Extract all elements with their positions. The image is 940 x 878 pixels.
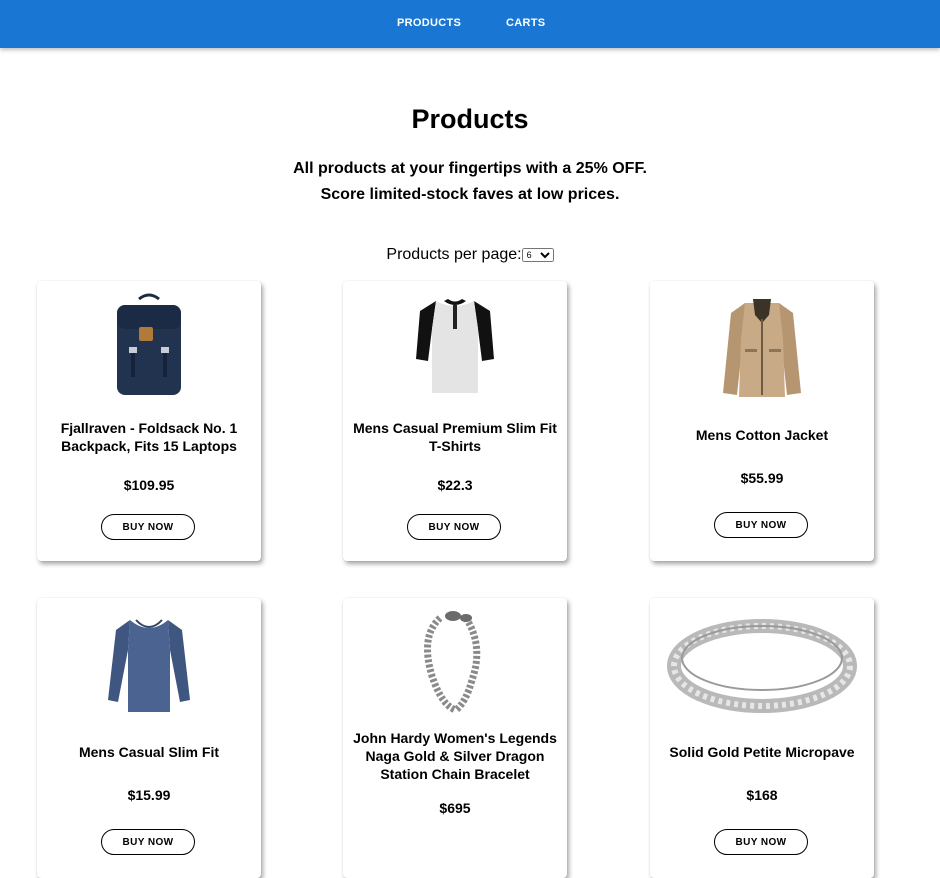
product-image-jacket: [650, 289, 874, 399]
product-price: $15.99: [127, 787, 171, 803]
product-price: $55.99: [740, 470, 784, 486]
longsleeve-shirt-icon: [108, 619, 190, 712]
ring-icon: [667, 619, 857, 713]
page-title: Products: [411, 104, 529, 134]
product-price: $109.95: [123, 477, 175, 493]
backpack-icon: [117, 293, 181, 395]
product-title: Mens Cotton Jacket: [695, 427, 829, 443]
product-image-tshirt: [343, 289, 567, 399]
product-card: Solid Gold Petite Micropave $168 BUY NOW: [650, 598, 874, 878]
products-per-page-control: Products per page: 6: [0, 246, 940, 264]
product-card: Mens Cotton Jacket $55.99 BUY NOW: [650, 281, 874, 561]
product-card: Mens Casual Premium Slim Fit T-Shirts $2…: [343, 281, 567, 561]
promo-subtitle-line-2: Score limited-stock faves at low prices.: [320, 186, 620, 203]
tshirt-icon: [416, 299, 494, 393]
product-title: Mens Casual Premium Slim Fit T-Shirts: [353, 420, 557, 454]
product-image-backpack: [37, 289, 261, 399]
product-image-ring: [650, 606, 874, 716]
product-title: Mens Casual Slim Fit: [78, 744, 220, 760]
product-image-bracelet: [343, 606, 567, 716]
buy-now-button[interactable]: BUY NOW: [714, 829, 808, 855]
product-card: Mens Casual Slim Fit $15.99 BUY NOW: [37, 598, 261, 878]
per-page-label: Products per page:: [386, 246, 522, 263]
buy-now-button[interactable]: BUY NOW: [714, 512, 808, 538]
product-card: John Hardy Women's Legends Naga Gold & S…: [343, 598, 567, 878]
product-title: Solid Gold Petite Micropave: [669, 744, 855, 760]
buy-now-button[interactable]: BUY NOW: [101, 829, 195, 855]
product-price: $22.3: [437, 477, 473, 493]
top-nav-bar: PRODUCTS CARTS: [0, 0, 940, 48]
jacket-icon: [723, 299, 801, 397]
nav-products-link[interactable]: PRODUCTS: [397, 17, 461, 29]
per-page-select[interactable]: 6: [521, 247, 554, 262]
bracelet-icon: [424, 611, 481, 714]
product-title: Fjallraven - Foldsack No. 1 Backpack, Fi…: [60, 420, 238, 454]
buy-now-button[interactable]: BUY NOW: [407, 514, 501, 540]
product-image-longsleeve: [37, 606, 261, 716]
buy-now-button[interactable]: BUY NOW: [101, 514, 195, 540]
product-price: $695: [439, 800, 471, 816]
product-card: Fjallraven - Foldsack No. 1 Backpack, Fi…: [37, 281, 261, 561]
product-title: John Hardy Women's Legends Naga Gold & S…: [353, 730, 557, 782]
promo-subtitle-line-1: All products at your fingertips with a 2…: [293, 160, 647, 177]
nav-carts-link[interactable]: CARTS: [506, 17, 545, 29]
product-price: $168: [746, 787, 778, 803]
